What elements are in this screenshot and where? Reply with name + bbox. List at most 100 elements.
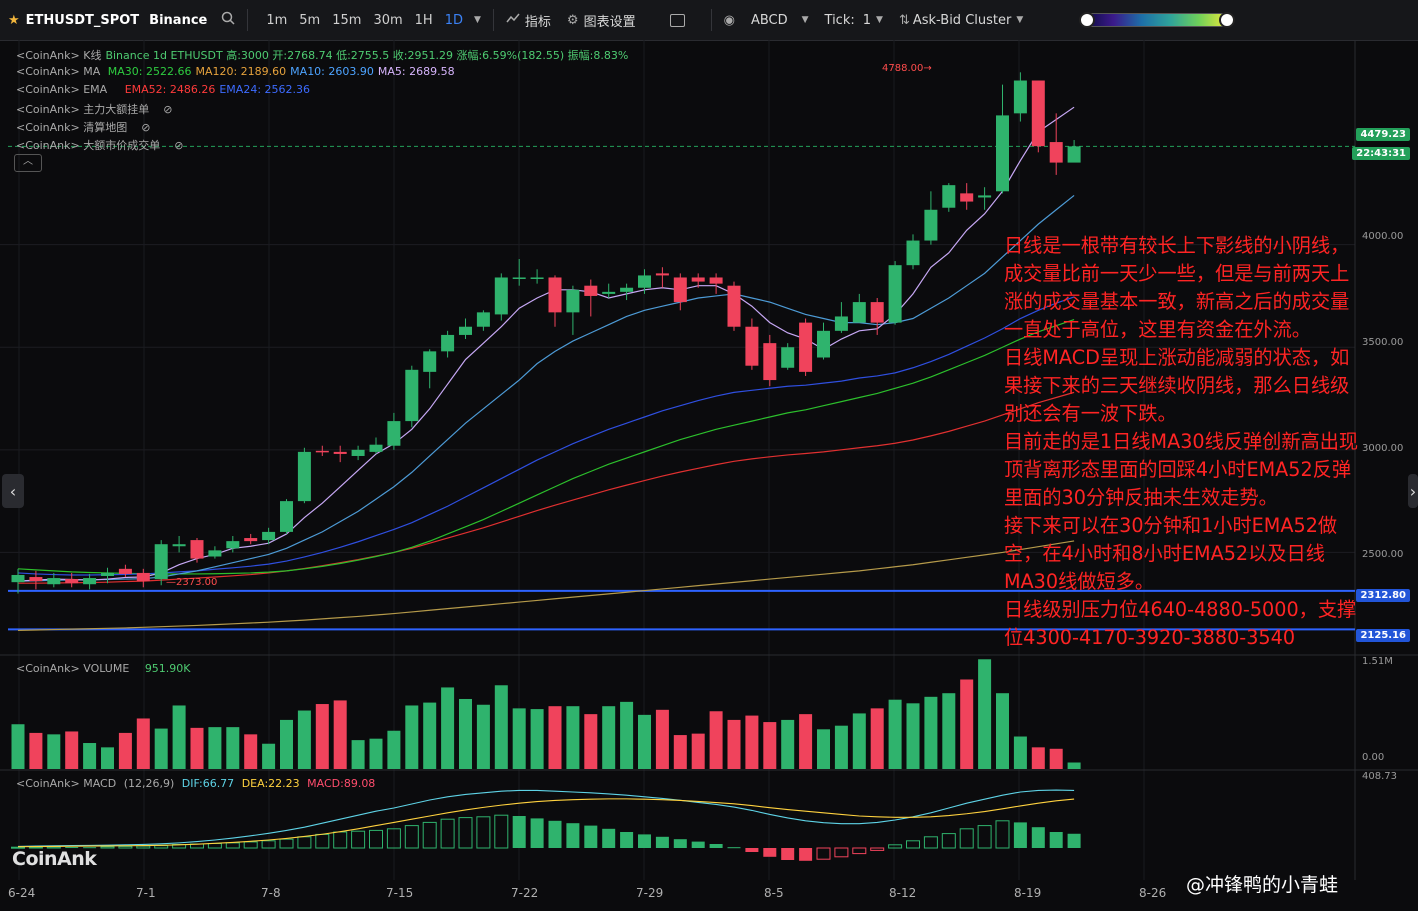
volume-axis-label: 0.00	[1362, 752, 1385, 763]
macd-histogram-bar	[351, 830, 366, 849]
scroll-left-button[interactable]: ‹	[2, 474, 24, 508]
macd-histogram-bar	[620, 832, 634, 848]
macd-histogram-bar	[1067, 833, 1081, 848]
volume-bar	[870, 708, 884, 769]
price-axis-label: 3500.00	[1362, 337, 1404, 348]
eye-off-icon[interactable]: ⊘	[174, 139, 183, 152]
macd-histogram-bar	[369, 829, 383, 849]
candle-body	[924, 209, 938, 241]
macd-histogram-bar	[870, 847, 885, 851]
volume-bar	[673, 735, 687, 769]
eye-off-icon[interactable]: ⊘	[141, 121, 150, 134]
date-label: 7-1	[136, 886, 156, 900]
macd-histogram-bar	[494, 814, 509, 849]
volume-bar	[763, 722, 777, 769]
candle-body	[566, 289, 580, 313]
legend-market-trades: <CoinAnk> 大额市价成交单 ⊘	[16, 137, 187, 153]
volume-bar	[852, 713, 866, 769]
macd-histogram-bar	[476, 816, 491, 849]
volume-bar	[190, 727, 204, 769]
volume-bar	[118, 732, 132, 769]
volume-bar	[834, 725, 848, 769]
note-paragraph: 日线是一根带有较长上下影线的小阴线，成交量比前一天少一些，但是与前两天上涨的成交…	[1004, 234, 1350, 341]
macd-histogram-bar	[118, 845, 133, 849]
candle-body	[476, 312, 490, 327]
legend-ema-prefix: <CoinAnk> EMA	[16, 83, 108, 96]
macd-histogram-bar	[852, 847, 867, 855]
eye-off-icon[interactable]: ⊘	[163, 103, 172, 116]
low-annotation-value: 2373.00	[176, 577, 218, 588]
volume-bar	[208, 727, 222, 769]
candle-body	[83, 578, 97, 585]
macd-histogram-bar	[279, 838, 294, 849]
volume-bar	[960, 679, 974, 769]
candle-body	[154, 544, 168, 580]
volume-bar	[136, 718, 150, 769]
candle-body	[1013, 80, 1027, 114]
candle-body	[942, 185, 956, 208]
legend-macd-prefix: <CoinAnk> MACD	[16, 777, 117, 790]
volume-bar	[29, 732, 43, 769]
legend-kline-values: Binance 1d ETHUSDT 高:3000 开:2768.74 低:27…	[105, 49, 629, 62]
volume-bar	[691, 733, 705, 769]
macd-histogram-bar	[816, 847, 831, 860]
note-paragraph: 接下来可以在30分钟和1小时EMA52做空，在4小时和8小时EMA52以及日线M…	[1004, 514, 1338, 593]
legend-macd-dea: DEA:22.23	[241, 777, 300, 790]
date-label: 7-8	[261, 886, 281, 900]
candle-body	[369, 444, 383, 452]
macd-histogram-bar	[136, 845, 151, 849]
legend-ma10: MA10: 2603.90	[290, 65, 374, 78]
date-label: 7-22	[511, 886, 539, 900]
volume-bar	[494, 685, 508, 769]
volume-bar	[996, 693, 1009, 769]
macd-histogram-bar	[923, 836, 938, 849]
volume-bar	[65, 731, 79, 769]
level-tag: 2125.16	[1356, 629, 1410, 642]
volume-bar	[441, 687, 455, 769]
price-axis-label: 3000.00	[1362, 443, 1404, 454]
analysis-note: 日线是一根带有较长上下影线的小阴线，成交量比前一天少一些，但是与前两天上涨的成交…	[1004, 232, 1364, 652]
candle-body	[101, 572, 114, 577]
volume-bar	[924, 696, 938, 769]
low-annotation: —2373.00	[166, 577, 218, 588]
legend-liquidation-map: <CoinAnk> 清算地图 ⊘	[16, 119, 154, 135]
note-paragraph: 日线MACD呈现上涨动能减弱的状态，如果接下来的三天继续收阴线，那么日线级别还会…	[1004, 346, 1350, 425]
candle-body	[1031, 80, 1045, 147]
candle-body	[190, 540, 204, 559]
collapse-legend-button[interactable]: ︿	[14, 154, 42, 172]
candle-body	[799, 322, 813, 372]
volume-bar	[280, 719, 293, 769]
volume-bar	[727, 719, 741, 769]
legend-ema52: EMA52: 2486.26	[124, 83, 216, 96]
volume-bar	[101, 747, 114, 769]
volume-bar	[942, 693, 956, 769]
candle-body	[11, 574, 25, 583]
volume-bars	[11, 659, 1081, 769]
legend-market-trades-label: <CoinAnk> 大额市价成交单	[16, 139, 161, 152]
macd-dif-line	[17, 789, 1075, 847]
candle-body	[65, 579, 79, 584]
candle-body	[888, 265, 902, 323]
candle-body	[1067, 146, 1081, 163]
macd-histogram-bar	[655, 836, 669, 848]
legend-kline: <CoinAnk> K线 Binance 1d ETHUSDT 高:3000 开:…	[16, 47, 632, 63]
macd-histogram-bar	[404, 825, 419, 849]
candle-body	[655, 273, 669, 276]
macd-histogram-bar	[458, 817, 473, 849]
candle-body	[584, 285, 598, 296]
macd-histogram-bar	[959, 828, 974, 849]
coinank-watermark: CoinAnk	[12, 848, 97, 870]
chevron-right-icon: ›	[1409, 481, 1417, 501]
price-axis-label: 4000.00	[1362, 231, 1404, 242]
date-label: 8-26	[1139, 886, 1167, 900]
volume-bar	[655, 709, 669, 769]
scroll-right-button[interactable]: ›	[1408, 474, 1418, 508]
macd-histogram-bar	[297, 836, 312, 849]
macd-histogram-bar	[673, 839, 687, 848]
macd-histogram-bar	[799, 848, 813, 861]
macd-histogram-bar	[781, 848, 795, 860]
legend-volume: <CoinAnk> VOLUME 951.90K	[16, 662, 195, 675]
candle-body	[315, 450, 329, 453]
macd-histogram-bar	[763, 848, 777, 857]
macd-histogram-bar	[243, 841, 258, 849]
